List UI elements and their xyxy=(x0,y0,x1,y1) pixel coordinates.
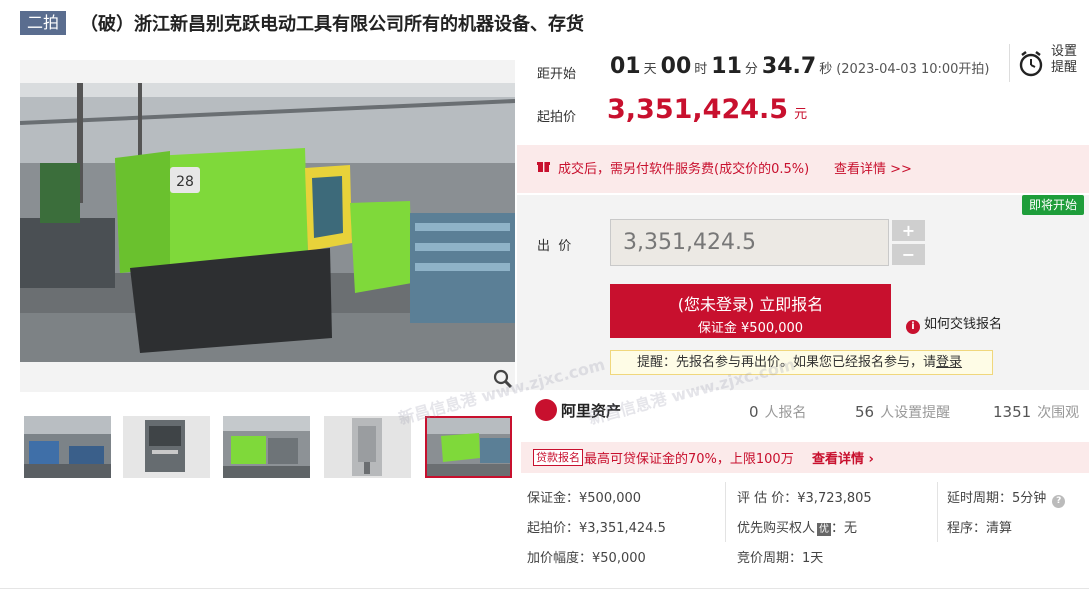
reminder-count: 56 人设置提醒 xyxy=(855,402,950,422)
delay-cycle-info: 延时周期：5分钟? xyxy=(947,487,1066,508)
signup-number: 0 xyxy=(749,403,759,421)
countdown-label: 距开始 xyxy=(537,67,577,82)
how-to-pay-label: 如何交钱报名 xyxy=(924,317,1003,332)
loan-details-label: 查看详情 xyxy=(812,452,865,467)
deposit-info: 保证金：¥500,000 xyxy=(527,491,642,506)
column-divider-1 xyxy=(725,482,726,542)
main-image-frame[interactable]: 28 xyxy=(20,60,515,392)
hours-unit: 时 xyxy=(694,62,708,77)
set-reminder-button[interactable]: 设置 提醒 xyxy=(1010,44,1080,84)
seconds-unit: 秒 xyxy=(819,62,833,77)
minutes-unit: 分 xyxy=(744,62,758,77)
bid-label: 出 价 xyxy=(537,239,572,254)
column-divider-2 xyxy=(937,482,938,542)
loan-promo-text: 最高可贷保证金的70%，上限100万 xyxy=(584,452,794,467)
thumbnail-5-active[interactable] xyxy=(425,416,512,478)
thumbnail-4[interactable] xyxy=(324,416,411,478)
alarm-clock-icon xyxy=(1019,51,1043,77)
start-price-number: 3,351,424.5 xyxy=(607,94,789,125)
start-price-unit: 元 xyxy=(794,107,808,122)
help-icon[interactable]: ? xyxy=(1052,495,1066,508)
start-time-note: (2023-04-03 10:00开拍) xyxy=(836,62,990,77)
round-badge: 二拍 xyxy=(20,11,66,35)
register-now-button[interactable]: (您未登录) 立即报名 保证金 ¥500,000 xyxy=(610,284,891,338)
register-button-deposit: 保证金 ¥500,000 xyxy=(697,321,804,336)
thumbnail-3[interactable] xyxy=(223,416,310,478)
info-icon: i xyxy=(906,320,920,334)
start-price-label: 起拍价 xyxy=(537,110,577,125)
procedure-info: 程序：清算 xyxy=(947,521,1013,536)
title-bar: 二拍 （破）浙江新昌别克跃电动工具有限公司所有的机器设备、存货 xyxy=(0,0,1089,46)
priority-buyer-label: 优先购买权人 xyxy=(737,521,816,536)
loan-tag: 贷款报名 xyxy=(533,449,583,466)
start-price-info: 起拍价：¥3,351,424.5 xyxy=(527,521,666,536)
priority-buyer-value: ：无 xyxy=(831,521,858,536)
countdown-hours: 00 xyxy=(660,54,692,79)
countdown-days: 01 xyxy=(610,54,641,79)
main-photo[interactable]: 28 xyxy=(20,83,515,362)
countdown-timer: 01 天 00 时 11 分 34.7 秒 (2023-04-03 10:00开拍) xyxy=(610,54,990,79)
view-number: 1351 xyxy=(993,403,1032,421)
fee-notice-text: 成交后，需另付软件服务费(成交价的0.5%) xyxy=(558,162,810,177)
thumbnail-2[interactable] xyxy=(123,416,210,478)
reminder-label: 人设置提醒 xyxy=(880,405,951,421)
machine-number: 28 xyxy=(176,174,194,190)
gift-icon xyxy=(537,162,550,172)
login-reminder: 提醒：先报名参与再出价。如果您已经报名参与，请登录 xyxy=(610,350,993,375)
decrease-bid-button[interactable]: − xyxy=(892,244,925,265)
loan-details-link[interactable]: 查看详情 › xyxy=(812,448,874,467)
starting-soon-badge: 即将开始 xyxy=(1022,195,1084,215)
increase-bid-button[interactable]: + xyxy=(892,220,925,241)
start-price-value: 3,351,424.5 元 xyxy=(607,94,807,125)
countdown-seconds: 34.7 xyxy=(761,54,817,79)
set-reminder-label: 设置 提醒 xyxy=(1051,44,1077,76)
increment-info: 加价幅度：¥50,000 xyxy=(527,551,646,566)
appraisal-info: 评 估 价：¥3,723,805 xyxy=(737,491,872,506)
ali-logo-icon xyxy=(535,399,557,421)
priority-buyer-info: 优先购买权人优：无 xyxy=(737,517,857,536)
priority-tag-icon: 优 xyxy=(817,523,832,536)
set-reminder-line2: 提醒 xyxy=(1051,60,1078,75)
signup-label: 人报名 xyxy=(764,405,807,421)
login-link[interactable]: 登录 xyxy=(936,355,962,370)
view-count: 1351 次围观 xyxy=(993,402,1079,422)
page-title: （破）浙江新昌别克跃电动工具有限公司所有的机器设备、存货 xyxy=(80,14,584,35)
register-button-label: (您未登录) 立即报名 xyxy=(677,295,824,314)
how-to-pay-link[interactable]: i 如何交钱报名 xyxy=(906,313,1002,334)
chevron-right-icon: › xyxy=(864,452,874,467)
thumbnail-1[interactable] xyxy=(24,416,111,478)
reminder-number: 56 xyxy=(855,403,875,421)
bottom-divider xyxy=(0,588,1089,589)
signup-count: 0 人报名 xyxy=(749,402,807,422)
delay-cycle-text: 延时周期：5分钟 xyxy=(947,491,1047,506)
days-unit: 天 xyxy=(643,62,657,77)
fee-details-link[interactable]: 查看详情 >> xyxy=(834,158,912,177)
bid-amount-input[interactable]: 3,351,424.5 xyxy=(610,219,889,266)
set-reminder-line1: 设置 xyxy=(1051,44,1078,59)
countdown-minutes: 11 xyxy=(711,54,742,79)
view-label: 次围观 xyxy=(1037,405,1080,421)
bid-cycle-info: 竞价周期：1天 xyxy=(737,551,824,566)
